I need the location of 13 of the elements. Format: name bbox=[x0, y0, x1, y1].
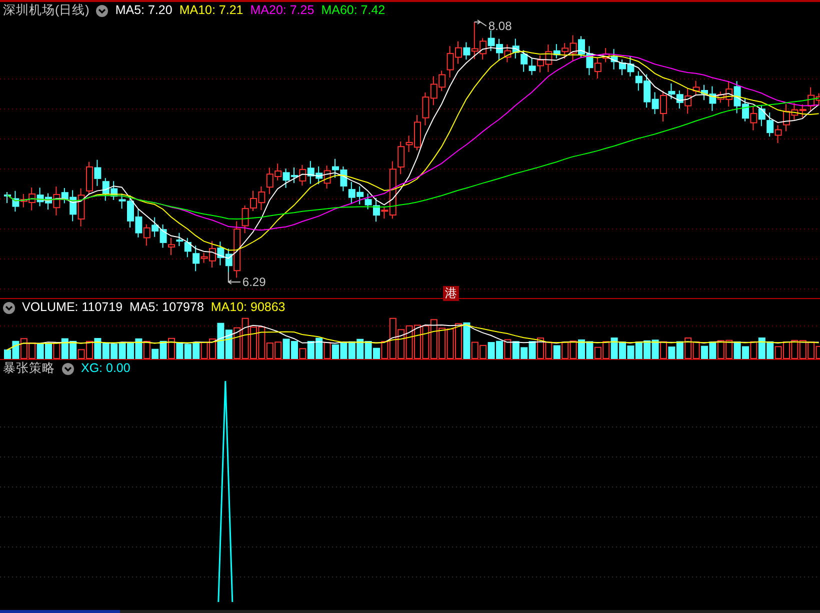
low-price-label: 6.29 bbox=[242, 275, 266, 289]
indicator-value: VOLUME: 110719 bbox=[22, 300, 123, 315]
marker-badge: 港 bbox=[443, 286, 459, 301]
chart-title: 深圳机场(日线) bbox=[3, 3, 90, 18]
indicator-value: MA10: 90863 bbox=[210, 300, 286, 315]
indicator-value: MA20: 7.25 bbox=[250, 3, 314, 18]
indicator-value: XG: 0.00 bbox=[81, 361, 130, 376]
high-price-label: 8.08 bbox=[488, 19, 512, 33]
indicator-value: MA10: 7.21 bbox=[179, 3, 244, 18]
chart-title: 暴张策略 bbox=[3, 361, 55, 376]
indicator-value: MA60: 7.42 bbox=[321, 3, 386, 18]
indicator-value: MA5: 7.20 bbox=[115, 3, 172, 18]
indicator-value: MA5: 107978 bbox=[130, 300, 204, 315]
